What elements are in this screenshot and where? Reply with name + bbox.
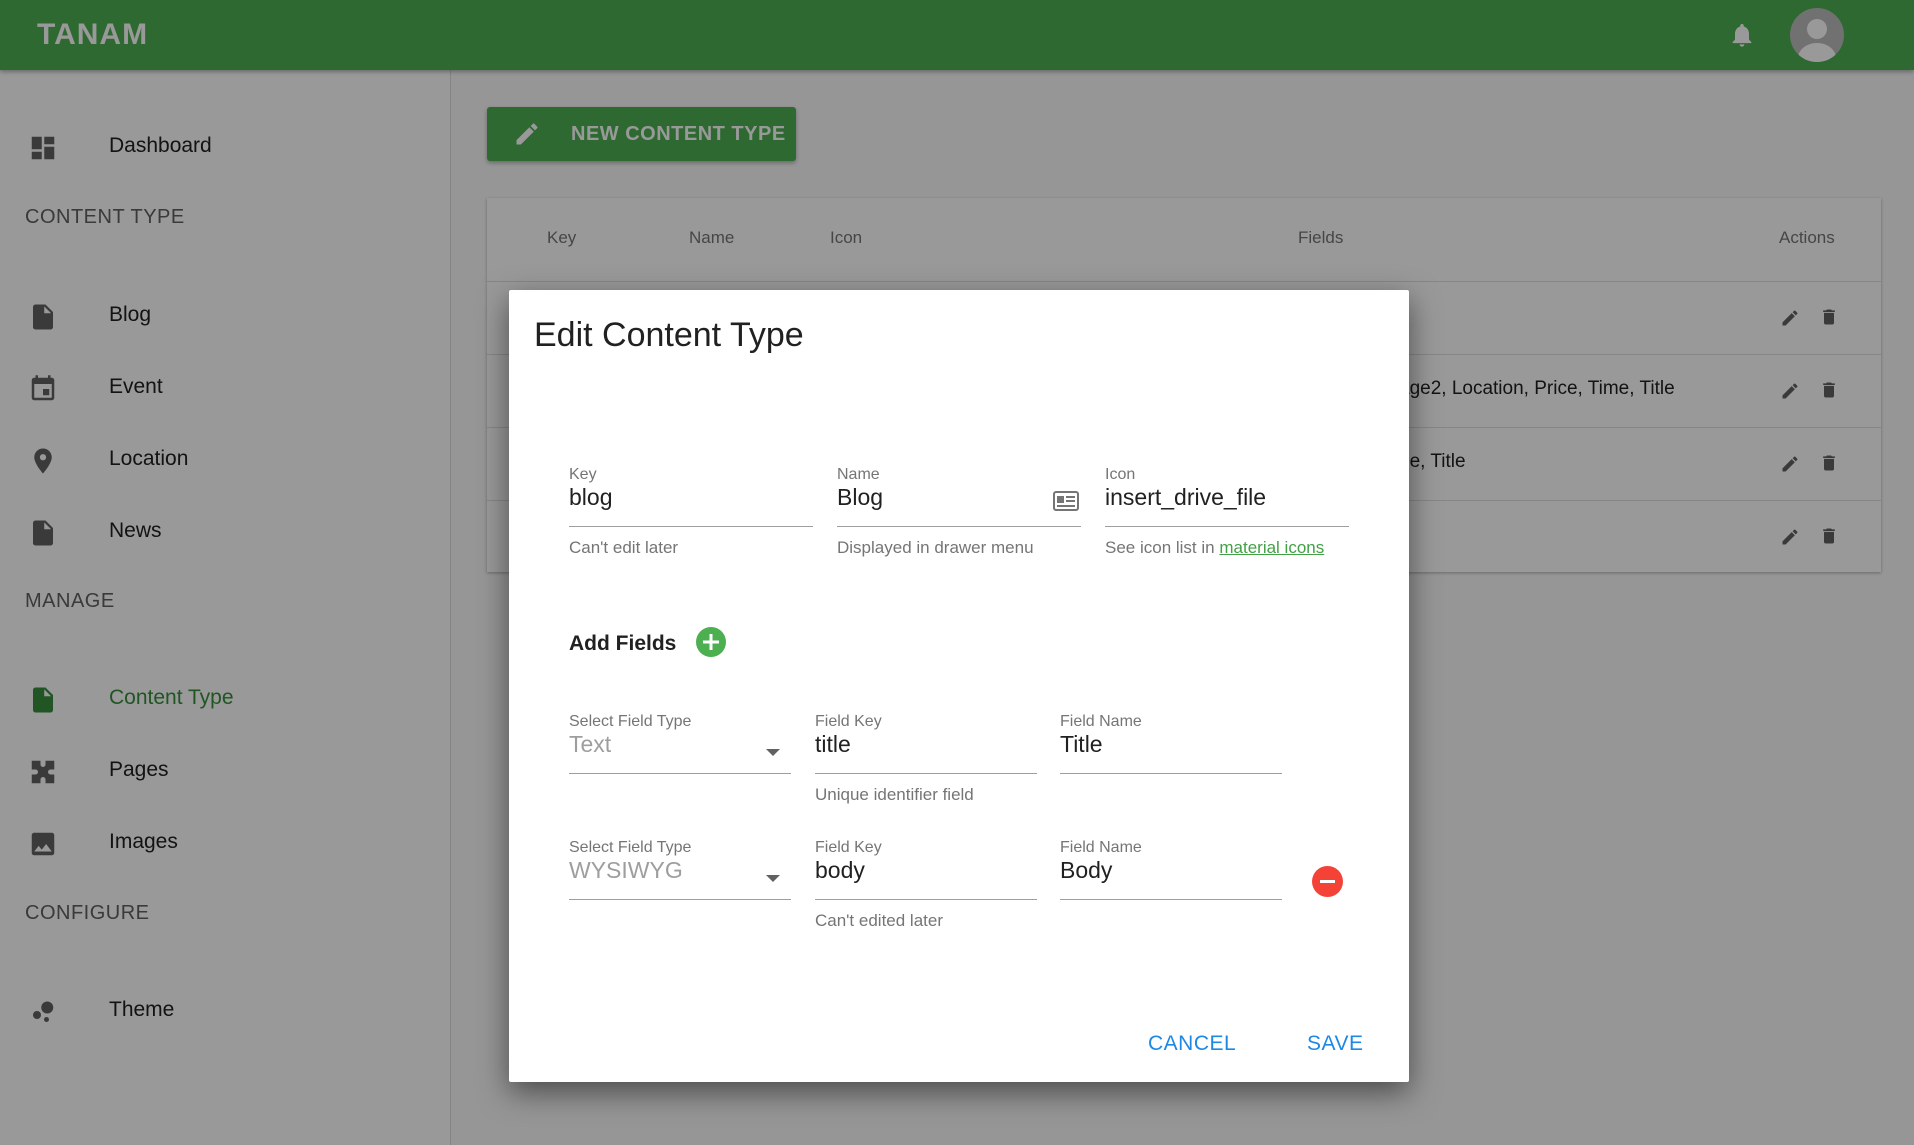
name-helper: Displayed in drawer menu bbox=[837, 538, 1034, 557]
add-field-button[interactable] bbox=[696, 627, 726, 657]
icon-helper: See icon list in material icons bbox=[1105, 538, 1324, 558]
field-key-underline bbox=[815, 773, 1037, 774]
field-type-label: Select Field Type bbox=[569, 839, 692, 856]
icon-helper-text: See icon list in bbox=[1105, 538, 1215, 557]
icon-underline bbox=[1105, 526, 1349, 527]
field-type-underline bbox=[569, 773, 791, 774]
dialog-title: Edit Content Type bbox=[534, 316, 804, 354]
plus-icon bbox=[703, 634, 719, 650]
field-type-value: Text bbox=[569, 731, 612, 757]
contact-card-icon[interactable] bbox=[1053, 490, 1079, 512]
name-underline bbox=[837, 526, 1081, 527]
chevron-down-icon bbox=[766, 875, 780, 882]
field-name-input[interactable] bbox=[1060, 731, 1282, 758]
key-input[interactable] bbox=[569, 484, 813, 511]
icon-label: Icon bbox=[1105, 466, 1136, 483]
field-type-value: WYSIWYG bbox=[569, 857, 683, 883]
field-key-label: Field Key bbox=[815, 839, 882, 856]
field-key-underline bbox=[815, 899, 1037, 900]
field-name-label: Field Name bbox=[1060, 839, 1142, 856]
material-icons-link[interactable]: material icons bbox=[1219, 538, 1324, 557]
field-key-helper: Unique identifier field bbox=[815, 785, 974, 804]
minus-icon bbox=[1320, 880, 1335, 883]
name-input[interactable] bbox=[837, 484, 1037, 511]
field-key-input[interactable] bbox=[815, 857, 1037, 884]
field-name-input[interactable] bbox=[1060, 857, 1282, 884]
remove-field-button[interactable] bbox=[1312, 866, 1343, 897]
chevron-down-icon bbox=[766, 749, 780, 756]
name-label: Name bbox=[837, 466, 880, 483]
field-key-input[interactable] bbox=[815, 731, 1037, 758]
field-type-label: Select Field Type bbox=[569, 713, 692, 730]
key-helper: Can't edit later bbox=[569, 538, 679, 557]
add-fields-label: Add Fields bbox=[569, 632, 677, 655]
key-label: Key bbox=[569, 466, 597, 483]
edit-content-type-dialog: Edit Content Type Key Can't edit later N… bbox=[509, 290, 1409, 1082]
field-key-label: Field Key bbox=[815, 713, 882, 730]
cancel-button[interactable]: CANCEL bbox=[1148, 1032, 1236, 1056]
key-underline bbox=[569, 526, 813, 527]
save-button[interactable]: SAVE bbox=[1307, 1032, 1363, 1056]
field-type-underline bbox=[569, 899, 791, 900]
icon-input[interactable] bbox=[1105, 484, 1349, 511]
field-name-underline bbox=[1060, 773, 1282, 774]
field-name-label: Field Name bbox=[1060, 713, 1142, 730]
field-key-helper: Can't edited later bbox=[815, 911, 943, 930]
field-name-underline bbox=[1060, 899, 1282, 900]
